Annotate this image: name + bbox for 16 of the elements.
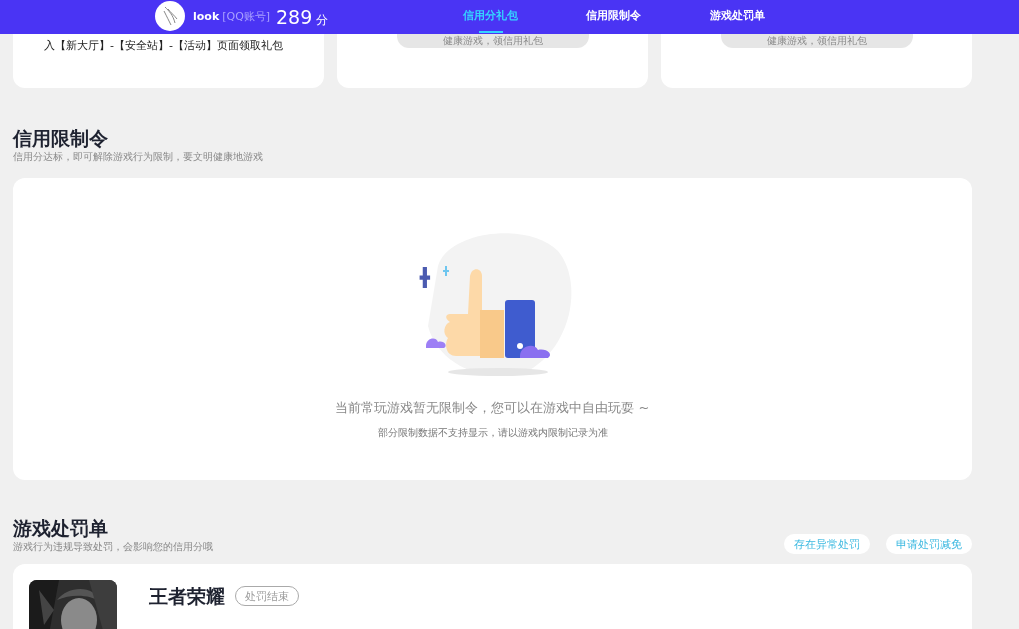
section-title: 信用限制令 <box>13 126 109 150</box>
credit-score: 289 分 <box>276 5 329 30</box>
game-title: 王者荣耀 <box>149 583 225 609</box>
nav-tab[interactable]: 信用限制令 <box>586 8 641 33</box>
nav-tab[interactable]: 信用分礼包 <box>463 8 518 33</box>
empty-message: 当前常玩游戏暂无限制令，您可以在游戏中自由玩耍 ~ <box>335 399 650 417</box>
empty-note: 部分限制数据不支持显示，请以游戏内限制记录为准 <box>377 425 608 440</box>
gift-instructions: 入【新大厅】-【安全站】-【活动】页面领取礼包 <box>43 38 284 54</box>
section-title: 游戏处罚单 <box>13 516 109 540</box>
avatar <box>155 1 185 31</box>
section-subtitle: 游戏行为违规导致处罚，会影响您的信用分哦 <box>13 540 213 554</box>
nav-tab[interactable]: 游戏处罚单 <box>710 8 765 33</box>
user-name: look [QQ账号] <box>193 9 271 25</box>
section-subtitle: 信用分达标，即可解除游戏行为限制，要文明健康地游戏 <box>13 150 264 164</box>
penalty-action-button[interactable]: 申请处罚减免 <box>886 534 972 554</box>
penalty-action-button[interactable]: 存在异常处罚 <box>784 534 870 554</box>
